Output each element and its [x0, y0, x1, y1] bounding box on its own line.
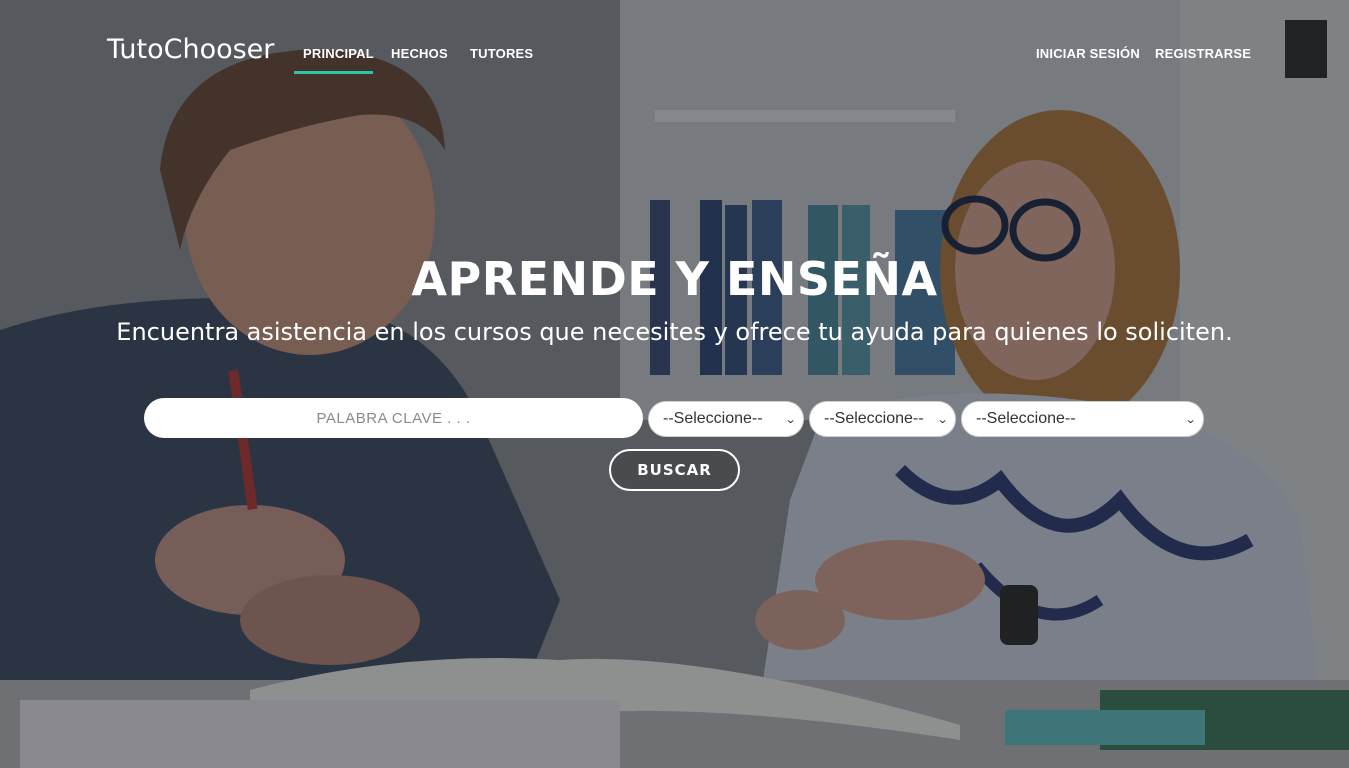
brand-logo[interactable]: TutoChooser	[107, 34, 274, 65]
filter-select-2[interactable]: --Seleccione-- ⌄	[809, 401, 956, 437]
nav-active-indicator	[294, 71, 373, 74]
hero-subtitle: Encuentra asistencia en los cursos que n…	[116, 318, 1233, 346]
nav-link-registrarse[interactable]: REGISTRARSE	[1155, 46, 1251, 61]
chevron-down-icon: ⌄	[936, 413, 949, 426]
filter-select-1[interactable]: --Seleccione-- ⌄	[648, 401, 804, 437]
nav-link-tutores[interactable]: TUTORES	[470, 46, 533, 61]
search-button[interactable]: BUSCAR	[609, 449, 740, 491]
chevron-down-icon: ⌄	[784, 413, 797, 426]
filter-select-3-value: --Seleccione--	[976, 410, 1076, 427]
filter-select-2-value: --Seleccione--	[824, 410, 924, 427]
nav-link-hechos[interactable]: HECHOS	[391, 46, 448, 61]
chevron-down-icon: ⌄	[1184, 413, 1197, 426]
top-navbar: TutoChooser PRINCIPAL HECHOS TUTORES INI…	[0, 0, 1349, 90]
filter-select-1-value: --Seleccione--	[663, 410, 763, 427]
filter-select-3[interactable]: --Seleccione-- ⌄	[961, 401, 1204, 437]
hero-section: TutoChooser PRINCIPAL HECHOS TUTORES INI…	[0, 0, 1349, 768]
hero-title: APRENDE Y ENSEÑA	[411, 252, 938, 306]
nav-link-principal[interactable]: PRINCIPAL	[303, 46, 374, 61]
keyword-search-input[interactable]	[144, 398, 643, 438]
dark-overlay	[0, 0, 1349, 768]
nav-link-iniciar-sesion[interactable]: INICIAR SESIÓN	[1036, 46, 1140, 61]
